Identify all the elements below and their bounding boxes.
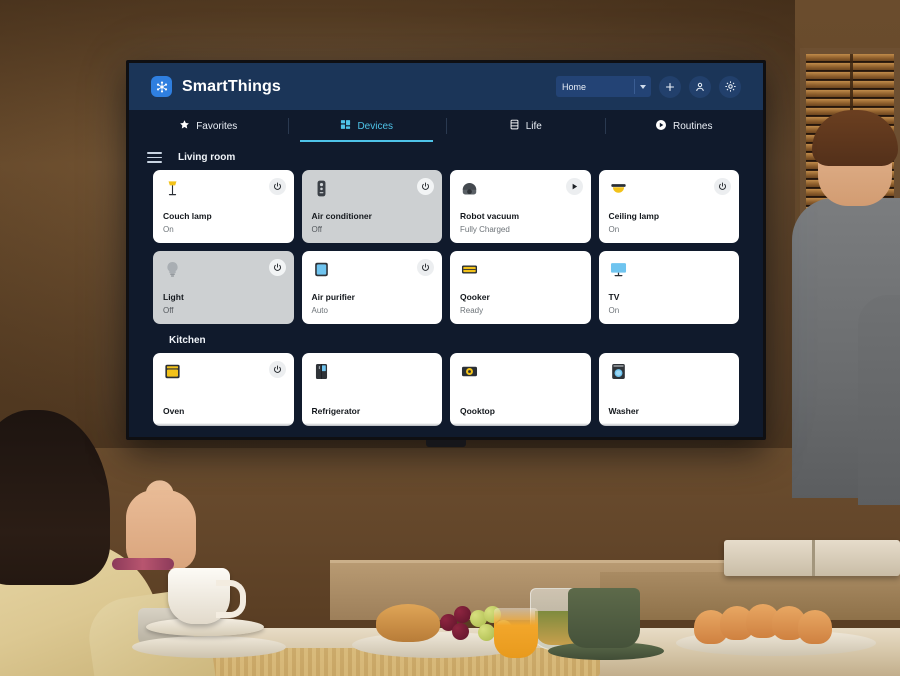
tab-label: Devices [357, 120, 394, 132]
plate [132, 636, 286, 658]
juice-glass [494, 608, 538, 658]
add-device-button[interactable] [659, 75, 681, 98]
television: SmartThings Home Favorites Devices Life … [126, 60, 766, 447]
power-toggle-button[interactable] [714, 178, 731, 195]
device-state: Off [311, 225, 323, 234]
device-name: Oven [163, 406, 185, 416]
open-book [724, 540, 900, 576]
fruit-arrangement [694, 604, 854, 644]
device-card-robot-vacuum[interactable]: Robot vacuum Fully Charged [450, 170, 591, 243]
account-button[interactable] [689, 75, 711, 98]
device-state: Fully Charged [460, 225, 510, 234]
smartthings-snowflake-icon [151, 76, 172, 97]
device-card-ceiling-lamp[interactable]: Ceiling lamp On [598, 170, 739, 243]
green-cup [568, 588, 640, 648]
device-card-light[interactable]: Light Off [153, 251, 294, 324]
device-state: On [608, 306, 620, 315]
location-selector[interactable]: Home [556, 76, 651, 97]
app-header: SmartThings Home [129, 63, 763, 110]
washer-icon [609, 362, 628, 381]
tab-favorites[interactable]: Favorites [129, 110, 288, 142]
hamburger-menu-icon[interactable] [147, 152, 162, 163]
device-card-air-purifier[interactable]: Air purifier Auto [301, 251, 442, 324]
device-name: Air conditioner [311, 211, 372, 221]
device-name: Qooker [460, 292, 490, 302]
cooktop-icon [460, 362, 479, 381]
devices-panel: Living room Couch lamp On Air conditione… [129, 142, 763, 437]
person-right [792, 110, 900, 550]
power-toggle-button[interactable] [417, 178, 434, 195]
device-name: Robot vacuum [460, 211, 520, 221]
device-name: Qooktop [460, 406, 495, 416]
main-tabs: Favorites Devices Life Routines [129, 110, 763, 142]
devices-grid-icon [340, 119, 351, 133]
tab-life[interactable]: Life [446, 110, 605, 142]
header-controls: Home [556, 75, 741, 98]
tab-label: Life [525, 120, 542, 132]
device-name: Refrigerator [311, 406, 361, 416]
ceiling-lamp-icon [609, 179, 628, 198]
tab-devices[interactable]: Devices [287, 110, 447, 142]
croissant [376, 604, 440, 642]
robot-vacuum-icon [460, 179, 479, 198]
device-card-oven[interactable]: Oven [153, 353, 294, 426]
device-name: Washer [608, 406, 639, 416]
settings-gear-button[interactable] [719, 75, 741, 98]
device-state: Ready [460, 306, 484, 315]
device-name: Ceiling lamp [608, 211, 660, 221]
bulb-icon [163, 260, 182, 279]
star-icon [179, 119, 190, 133]
play-button[interactable] [565, 178, 583, 195]
tab-routines[interactable]: Routines [604, 110, 764, 142]
location-value: Home [562, 81, 587, 92]
device-card-refrigerator[interactable]: Refrigerator [301, 353, 442, 426]
white-cup [168, 568, 246, 624]
living-room-device-grid: Couch lamp On Air conditioner Off Robot … [129, 170, 763, 324]
kitchen-device-grid: Oven Refrigerator Qooktop Washer [129, 353, 763, 426]
device-state: On [608, 225, 620, 234]
life-book-icon [509, 119, 520, 133]
device-name: Light [163, 292, 184, 302]
power-toggle-button[interactable] [417, 259, 434, 276]
chevron-down-icon [640, 84, 646, 89]
refrigerator-icon [312, 362, 331, 381]
floor-lamp-icon [163, 179, 182, 198]
device-state: On [163, 225, 174, 234]
air-purifier-icon [312, 260, 331, 279]
device-state: Off [163, 306, 174, 315]
device-name: Couch lamp [163, 211, 212, 221]
room-title: Living room [178, 152, 236, 163]
tv-screen: SmartThings Home Favorites Devices Life … [129, 63, 763, 437]
kitchen-room-title: Kitchen [169, 335, 206, 346]
power-toggle-button[interactable] [268, 178, 286, 195]
device-state: Auto [311, 306, 328, 315]
device-name: Air purifier [311, 292, 355, 302]
tab-label: Routines [673, 120, 713, 132]
app-title: SmartThings [182, 77, 281, 95]
tv-stand [426, 440, 466, 447]
device-card-qooker[interactable]: Qooker Ready [450, 251, 591, 324]
device-card-couch-lamp[interactable]: Couch lamp On [153, 170, 294, 243]
power-toggle-button[interactable] [268, 259, 286, 276]
power-toggle-button[interactable] [268, 361, 286, 378]
living-room-header: Living room [129, 152, 763, 170]
device-card-washer[interactable]: Washer [598, 353, 739, 426]
device-card-air-conditioner[interactable]: Air conditioner Off [301, 170, 442, 243]
device-card-qooktop[interactable]: Qooktop [450, 353, 591, 426]
tv-icon [609, 260, 628, 279]
device-card-tv[interactable]: TV On [598, 251, 739, 324]
oven-icon [163, 362, 182, 381]
play-circle-icon [655, 119, 667, 134]
remote-control-icon [312, 179, 331, 198]
bracelet [112, 558, 174, 570]
tab-label: Favorites [196, 120, 238, 132]
qooker-icon [460, 260, 479, 279]
device-name: TV [608, 292, 620, 302]
